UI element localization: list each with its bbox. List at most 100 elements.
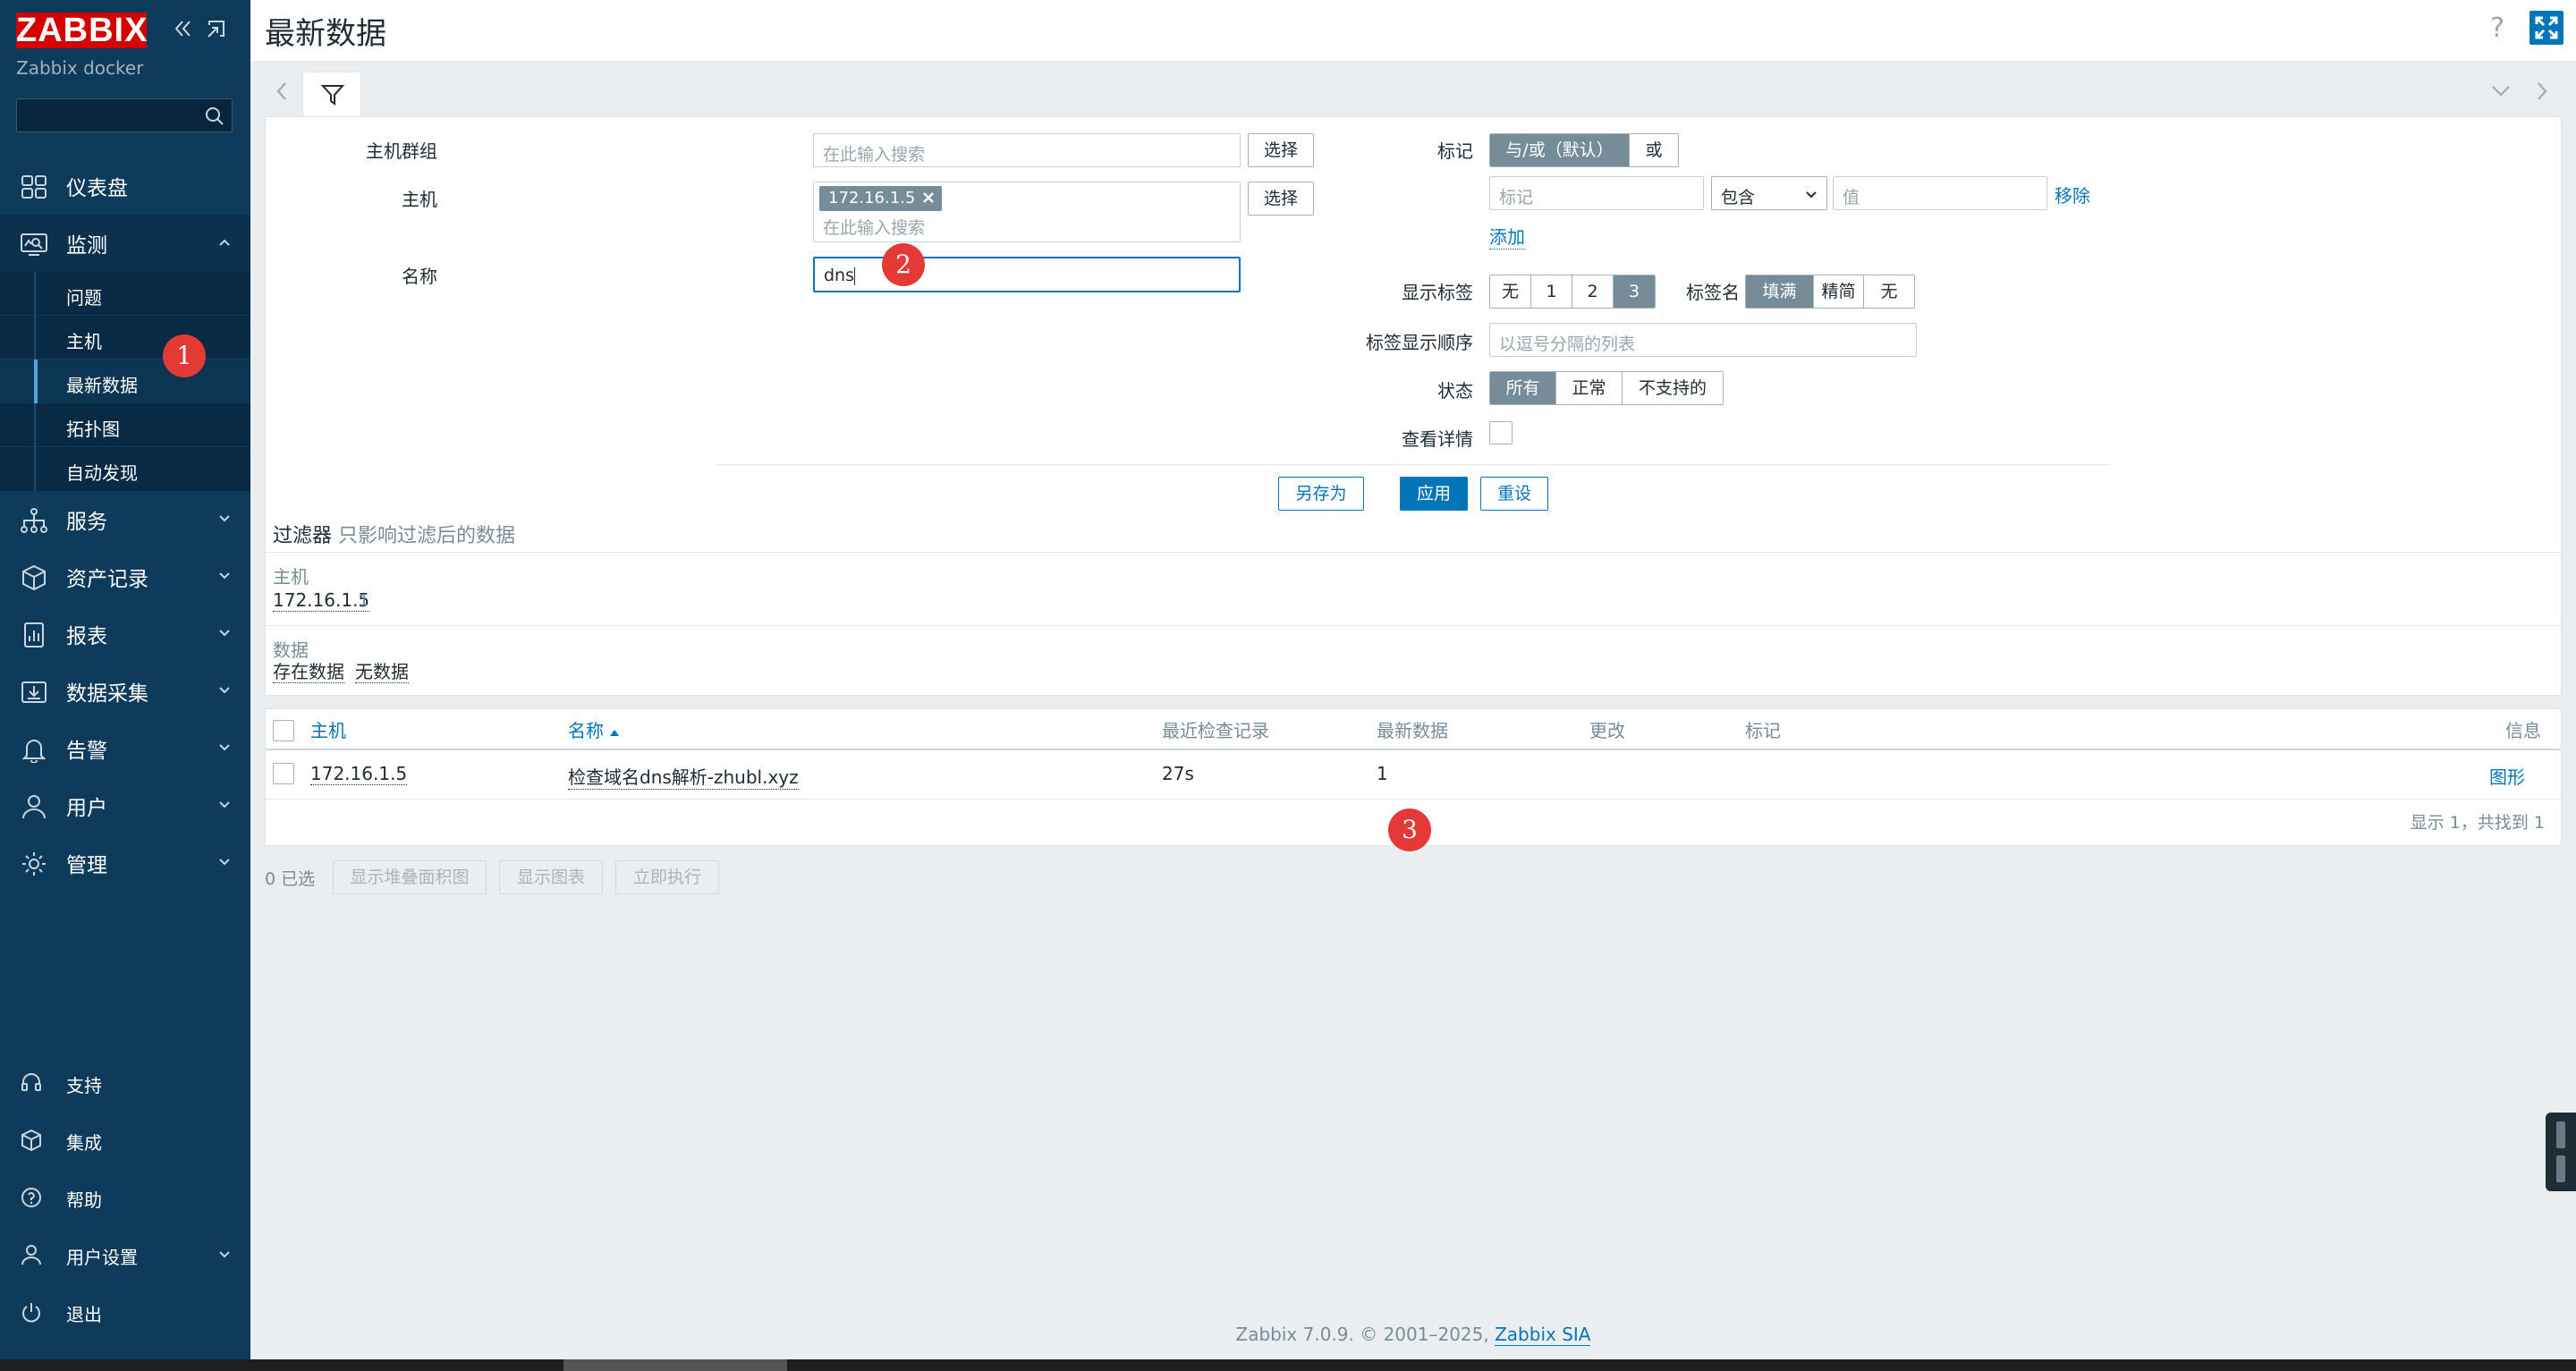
display-graph-button[interactable]: 显示图表 [499,860,603,894]
submenu-item-problems[interactable]: 问题 [0,272,250,316]
help-icon[interactable]: ? [2490,13,2504,44]
sidebar-search-input[interactable] [16,98,233,132]
submenu-item-latest-data[interactable]: 最新数据 [0,360,250,403]
submenu-label: 自动发现 [66,462,138,484]
menu-item-support[interactable]: 支持 [0,1054,250,1111]
subfilter-divider [266,552,2561,553]
row-checkbox[interactable] [273,763,294,784]
menu-item-help[interactable]: 帮助 [0,1168,250,1225]
column-header-change: 更改 [1589,720,1625,741]
menu-item-alerts[interactable]: 告警 [0,720,250,777]
menu-item-monitoring[interactable]: 监测 [0,215,250,272]
column-header-last-check: 最近检查记录 [1162,720,1269,741]
save-as-button[interactable]: 另存为 [1278,477,1364,511]
zabbix-logo[interactable]: ZABBIX [16,13,147,48]
subfilter-without-data-link[interactable]: 无数据 [355,661,409,683]
select-all-checkbox[interactable] [273,720,294,741]
sidebar: ZABBIX Zabbix docker 仪表盘 监测 问题 主机 最新数据 拓… [0,0,250,1359]
show-tags-3[interactable]: 3 [1614,275,1655,308]
footer-company-link[interactable]: Zabbix SIA [1495,1324,1591,1346]
row-divider [266,799,2561,800]
menu-item-administration[interactable]: 管理 [0,834,250,892]
menu-item-data-collection[interactable]: 数据采集 [0,663,250,720]
show-tags-none[interactable]: 无 [1490,275,1531,308]
remove-chip-icon[interactable] [920,190,936,206]
chevron-down-icon [218,514,231,523]
state-not-supported[interactable]: 不支持的 [1623,372,1723,404]
subfilter-host-count: 1 [359,591,369,610]
menu-item-integrations[interactable]: 集成 [0,1111,250,1168]
column-header-host[interactable]: 主机 [310,716,346,742]
add-tag-link[interactable]: 添加 [1489,223,1525,250]
menu-item-reports[interactable]: 报表 [0,605,250,663]
menu-label: 告警 [66,740,107,763]
show-details-checkbox[interactable] [1489,421,1513,444]
menu-label: 集成 [66,1132,102,1154]
menu-item-inventory[interactable]: 资产记录 [0,548,250,605]
submenu-label: 拓扑图 [66,419,120,440]
subfilter-host-link[interactable]: 172.16.1.5 [273,589,370,612]
column-header-name[interactable]: 名称 [568,716,620,742]
scroll-thumb[interactable] [564,1359,787,1371]
tag-operator-select[interactable]: 包含 [1711,176,1827,210]
tag-display-priority-input[interactable]: 以逗号分隔的列表 [1489,323,1917,357]
tags-mode-or[interactable]: 或 [1630,134,1678,166]
state-normal[interactable]: 正常 [1556,372,1623,404]
submenu-item-hosts[interactable]: 主机 [0,316,250,360]
host-chip: 172.16.1.5 [819,186,943,211]
row-last-value: 1 [1377,763,1388,784]
tag-name-short[interactable]: 精简 [1814,275,1864,308]
name-input[interactable]: dns [813,257,1241,292]
fullscreen-icon[interactable] [2529,11,2563,45]
tab-prev-icon[interactable] [272,80,292,102]
tag-name-none[interactable]: 无 [1864,275,1914,308]
tab-next-icon[interactable] [2533,80,2551,102]
chevron-down-icon [218,1250,231,1259]
menu-label: 资产记录 [66,568,148,591]
execute-now-button[interactable]: 立即执行 [615,860,719,894]
menu-label: 报表 [66,625,107,648]
column-header-tags: 标记 [1745,720,1781,741]
host-groups-input[interactable]: 在此输入搜索 [813,133,1241,167]
show-tags-2[interactable]: 2 [1572,275,1614,308]
menu-item-sign-out[interactable]: 退出 [0,1282,250,1340]
submenu-item-maps[interactable]: 拓扑图 [0,403,250,447]
row-last-check: 27s [1162,763,1194,784]
bottom-menu: 支持 集成 帮助 用户设置 退出 [0,1054,250,1340]
tabs-dropdown-icon[interactable] [2490,84,2512,98]
tags-mode-and-or[interactable]: 与/或（默认） [1490,134,1630,166]
help-icon [20,1186,43,1209]
apply-button[interactable]: 应用 [1400,477,1468,511]
chevron-down-icon [218,686,231,695]
tag-value-input[interactable]: 值 [1833,176,2047,210]
remove-tag-link[interactable]: 移除 [2055,182,2090,207]
menu-item-dashboard[interactable]: 仪表盘 [0,157,250,215]
tag-name-input[interactable]: 标记 [1489,176,1704,210]
kiosk-sidebar-icon[interactable] [204,16,229,41]
submenu-item-discovery[interactable]: 自动发现 [0,447,250,491]
menu-label: 仪表盘 [66,177,128,200]
side-panel-handle[interactable] [2546,1113,2576,1191]
reports-icon [20,622,48,648]
tag-name-full[interactable]: 填满 [1746,275,1814,308]
administration-icon [20,851,48,877]
hosts-input[interactable]: 172.16.1.5 在此输入搜索 [813,182,1241,242]
collapse-sidebar-icon[interactable] [170,16,195,41]
reset-button[interactable]: 重设 [1480,477,1548,511]
row-graph-link[interactable]: 图形 [2489,763,2525,789]
state-all[interactable]: 所有 [1490,372,1556,404]
show-tags-1[interactable]: 1 [1531,275,1572,308]
host-groups-select-button[interactable]: 选择 [1248,133,1314,167]
hosts-select-button[interactable]: 选择 [1248,182,1314,216]
show-details-label: 查看详情 [1402,428,1473,450]
menu-item-users[interactable]: 用户 [0,777,250,834]
row-host-link[interactable]: 172.16.1.5 [310,763,408,785]
filter-tab[interactable] [302,72,361,118]
stacked-graph-button[interactable]: 显示堆叠面积图 [333,860,487,894]
menu-item-services[interactable]: 服务 [0,491,250,548]
row-item-name[interactable]: 检查域名dns解析-zhubl.xyz [568,763,799,790]
search-icon[interactable] [203,105,226,128]
subfilter-with-data-link[interactable]: 存在数据 [273,661,344,683]
column-header-name-label: 名称 [568,720,604,741]
menu-item-user-settings[interactable]: 用户设置 [0,1225,250,1282]
